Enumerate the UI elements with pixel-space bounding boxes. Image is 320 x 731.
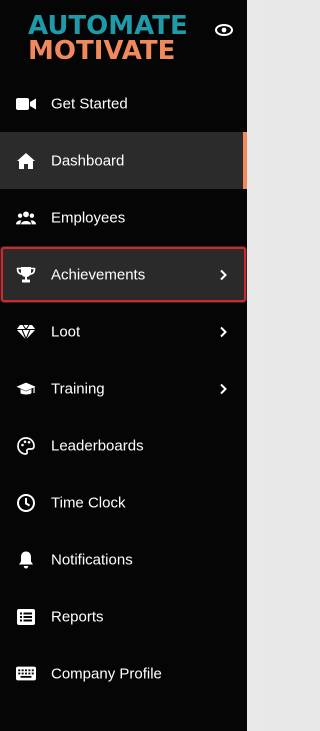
sidebar-item-label: Loot (51, 323, 81, 340)
keyboard-icon (16, 664, 36, 684)
sidebar-item-employees[interactable]: Employees (0, 189, 247, 246)
bell-icon (16, 550, 36, 570)
sidebar-nav: Get Started Dashboard Employees Achievem… (0, 75, 247, 702)
chevron-right-icon (218, 269, 228, 281)
sidebar-item-company-profile[interactable]: Company Profile (0, 645, 247, 702)
sidebar-item-label: Employees (51, 209, 126, 226)
trophy-icon (16, 265, 36, 285)
eye-icon[interactable] (215, 24, 233, 36)
sidebar-item-label: Time Clock (51, 494, 126, 511)
palette-icon (16, 436, 36, 456)
sidebar-item-time-clock[interactable]: Time Clock (0, 474, 247, 531)
sidebar-item-label: Reports (51, 608, 104, 625)
sidebar-item-reports[interactable]: Reports (0, 588, 247, 645)
sidebar-item-label: Notifications (51, 551, 133, 568)
sidebar-item-leaderboards[interactable]: Leaderboards (0, 417, 247, 474)
sidebar-item-label: Company Profile (51, 665, 162, 682)
sidebar-item-loot[interactable]: Loot (0, 303, 247, 360)
clock-icon (16, 493, 36, 513)
sidebar-item-achievements[interactable]: Achievements (0, 246, 247, 303)
sidebar-item-label: Get Started (51, 95, 128, 112)
sidebar: AUTOMATE MOTIVATE Get Started Dashboard … (0, 0, 247, 731)
brand-logo[interactable]: AUTOMATE MOTIVATE (28, 13, 208, 68)
sidebar-item-label: Leaderboards (51, 437, 144, 454)
sidebar-item-notifications[interactable]: Notifications (0, 531, 247, 588)
users-icon (16, 208, 36, 228)
brand-logo-line2: MOTIVATE (28, 36, 176, 66)
sidebar-item-label: Dashboard (51, 152, 125, 169)
page-background-gutter (247, 0, 259, 731)
list-icon (16, 607, 36, 627)
sidebar-item-training[interactable]: Training (0, 360, 247, 417)
sidebar-item-label: Training (51, 380, 105, 397)
diamond-icon (16, 322, 36, 342)
graduation-cap-icon (16, 379, 36, 399)
sidebar-item-dashboard[interactable]: Dashboard (0, 132, 247, 189)
sidebar-item-get-started[interactable]: Get Started (0, 75, 247, 132)
sidebar-item-label: Achievements (51, 266, 146, 283)
chevron-right-icon (218, 383, 228, 395)
video-camera-icon (16, 94, 36, 114)
chevron-right-icon (218, 326, 228, 338)
home-icon (16, 151, 36, 171)
